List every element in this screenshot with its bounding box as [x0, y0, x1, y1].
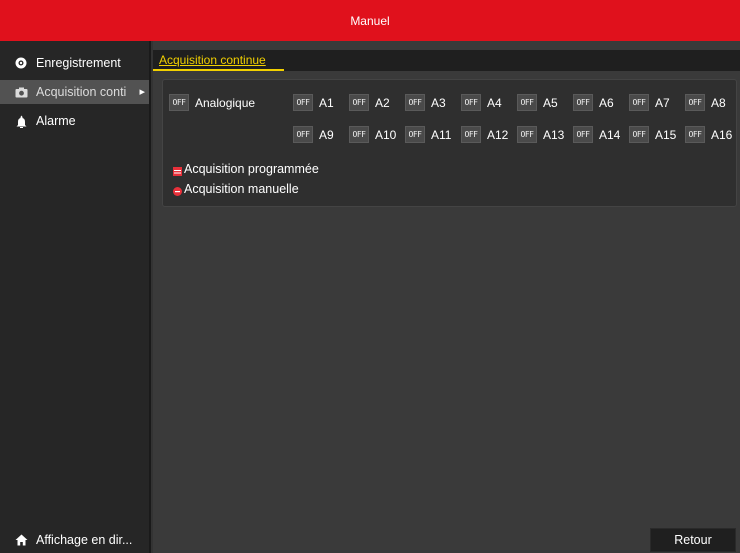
channel-label: A7: [655, 95, 670, 110]
off-toggle-button[interactable]: OFF: [685, 126, 705, 143]
channel-toggle-a1[interactable]: OFF A1: [293, 94, 334, 111]
sidebar-item-acquisition-continue[interactable]: Acquisition conti ▸: [0, 80, 149, 104]
channel-toggle-a13[interactable]: OFF A13: [517, 126, 564, 143]
home-icon: [14, 533, 28, 547]
chevron-right-icon: ▸: [139, 86, 145, 98]
channel-label: A12: [487, 127, 509, 142]
camera-icon: [14, 85, 28, 99]
scheduled-record-icon: [173, 165, 182, 176]
channel-toggle-a9[interactable]: OFF A9: [293, 126, 334, 143]
channel-label: A2: [375, 95, 390, 110]
off-toggle-button[interactable]: OFF: [573, 94, 593, 111]
off-toggle-button[interactable]: OFF: [461, 126, 481, 143]
live-view-label: Affichage en dir...: [36, 533, 133, 547]
off-toggle-button[interactable]: OFF: [349, 94, 369, 111]
channel-toggle-a14[interactable]: OFF A14: [573, 126, 620, 143]
sidebar: Enregistrement Acquisition conti ▸ Alarm…: [0, 41, 151, 553]
channel-label: A14: [599, 127, 621, 142]
channel-toggle-a5[interactable]: OFF A5: [517, 94, 558, 111]
off-toggle-button[interactable]: OFF: [169, 94, 189, 111]
manual-record-icon: [173, 185, 182, 196]
off-toggle-button[interactable]: OFF: [685, 94, 705, 111]
legend-manual: Acquisition manuelle: [173, 182, 299, 196]
off-toggle-button[interactable]: OFF: [629, 126, 649, 143]
off-toggle-button[interactable]: OFF: [461, 94, 481, 111]
channel-label: A5: [543, 95, 558, 110]
analog-label: Analogique: [195, 95, 256, 110]
manual-record-panel: OFF Analogique OFF A1 OFF A2 OFF A3 OFF …: [162, 79, 737, 207]
channel-toggle-a7[interactable]: OFF A7: [629, 94, 670, 111]
channel-toggle-a16[interactable]: OFF A16: [685, 126, 732, 143]
legend-scheduled: Acquisition programmée: [173, 162, 319, 176]
sidebar-item-alarme[interactable]: Alarme: [0, 109, 149, 133]
off-toggle-button[interactable]: OFF: [405, 126, 425, 143]
off-toggle-button[interactable]: OFF: [629, 94, 649, 111]
channel-label: A4: [487, 95, 502, 110]
record-icon: [14, 56, 28, 70]
sidebar-item-label: Acquisition conti: [36, 85, 127, 99]
alarm-icon: [14, 114, 28, 128]
off-toggle-button[interactable]: OFF: [573, 126, 593, 143]
channel-label: A13: [543, 127, 565, 142]
sidebar-item-label: Alarme: [36, 114, 76, 128]
channel-toggle-a6[interactable]: OFF A6: [573, 94, 614, 111]
channel-toggle-a15[interactable]: OFF A15: [629, 126, 676, 143]
channel-toggle-a4[interactable]: OFF A4: [461, 94, 502, 111]
off-toggle-button[interactable]: OFF: [293, 94, 313, 111]
tab-active-indicator: [153, 69, 284, 71]
channel-toggle-a10[interactable]: OFF A10: [349, 126, 396, 143]
analog-all-toggle[interactable]: OFF Analogique: [169, 94, 255, 111]
channel-label: A11: [431, 127, 452, 142]
channel-toggle-a8[interactable]: OFF A8: [685, 94, 726, 111]
channel-label: A3: [431, 95, 446, 110]
channel-label: A6: [599, 95, 614, 110]
channel-label: A15: [655, 127, 677, 142]
live-view-button[interactable]: Affichage en dir...: [0, 528, 151, 552]
legend-label: Acquisition programmée: [184, 162, 319, 176]
channel-toggle-a3[interactable]: OFF A3: [405, 94, 446, 111]
window-title-bar: Manuel: [0, 0, 740, 41]
tab-acquisition-continue[interactable]: Acquisition continue: [159, 53, 266, 67]
off-toggle-button[interactable]: OFF: [517, 94, 537, 111]
off-toggle-button[interactable]: OFF: [349, 126, 369, 143]
channel-label: A9: [319, 127, 334, 142]
channel-toggle-a2[interactable]: OFF A2: [349, 94, 390, 111]
back-button[interactable]: Retour: [650, 528, 736, 552]
off-toggle-button[interactable]: OFF: [405, 94, 425, 111]
sidebar-item-label: Enregistrement: [36, 56, 121, 70]
window-title: Manuel: [350, 13, 390, 28]
channel-toggle-a11[interactable]: OFF A11: [405, 126, 451, 143]
legend-label: Acquisition manuelle: [184, 182, 299, 196]
sidebar-item-enregistrement[interactable]: Enregistrement: [0, 51, 149, 75]
off-toggle-button[interactable]: OFF: [293, 126, 313, 143]
channel-label: A1: [319, 95, 334, 110]
channel-label: A8: [711, 95, 726, 110]
channel-label: A16: [711, 127, 733, 142]
main-content: Acquisition continue OFF Analogique OFF …: [153, 41, 740, 553]
tab-bar: Acquisition continue: [153, 50, 740, 71]
off-toggle-button[interactable]: OFF: [517, 126, 537, 143]
channel-label: A10: [375, 127, 397, 142]
channel-toggle-a12[interactable]: OFF A12: [461, 126, 508, 143]
